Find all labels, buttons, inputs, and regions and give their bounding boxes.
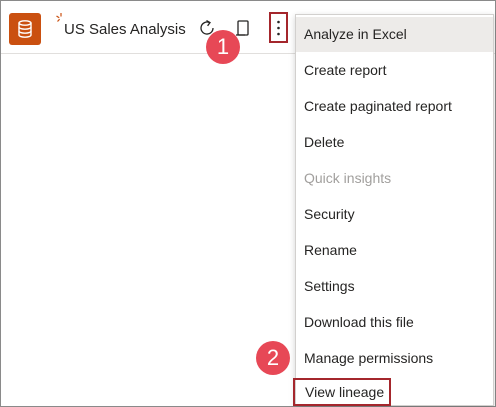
context-menu: Analyze in Excel Create report Create pa… [293,14,494,406]
menu-item-settings[interactable]: Settings [296,269,493,304]
menu-item-download-this-file[interactable]: Download this file [296,305,493,340]
menu-item-create-report[interactable]: Create report [296,53,493,88]
menu-item-rename[interactable]: Rename [296,233,493,268]
step-callout-2: 2 [256,341,290,375]
menu-item-delete[interactable]: Delete [296,125,493,160]
page-title: US Sales Analysis [64,21,186,38]
menu-item-quick-insights: Quick insights [304,170,392,186]
menu-item-create-paginated-report[interactable]: Create paginated report [296,89,493,124]
step-callout-1: 1 [206,30,240,64]
database-icon [9,13,41,45]
menu-item-manage-permissions[interactable]: Manage permissions [296,341,493,376]
device-icon[interactable] [234,18,252,38]
menu-item-security[interactable]: Security [296,197,493,232]
menu-item-analyze-in-excel[interactable]: Analyze in Excel [296,17,493,52]
more-options-vertical-icon [277,20,280,36]
menu-item-view-lineage[interactable]: View lineage [293,378,391,406]
more-options-button[interactable] [269,12,288,43]
